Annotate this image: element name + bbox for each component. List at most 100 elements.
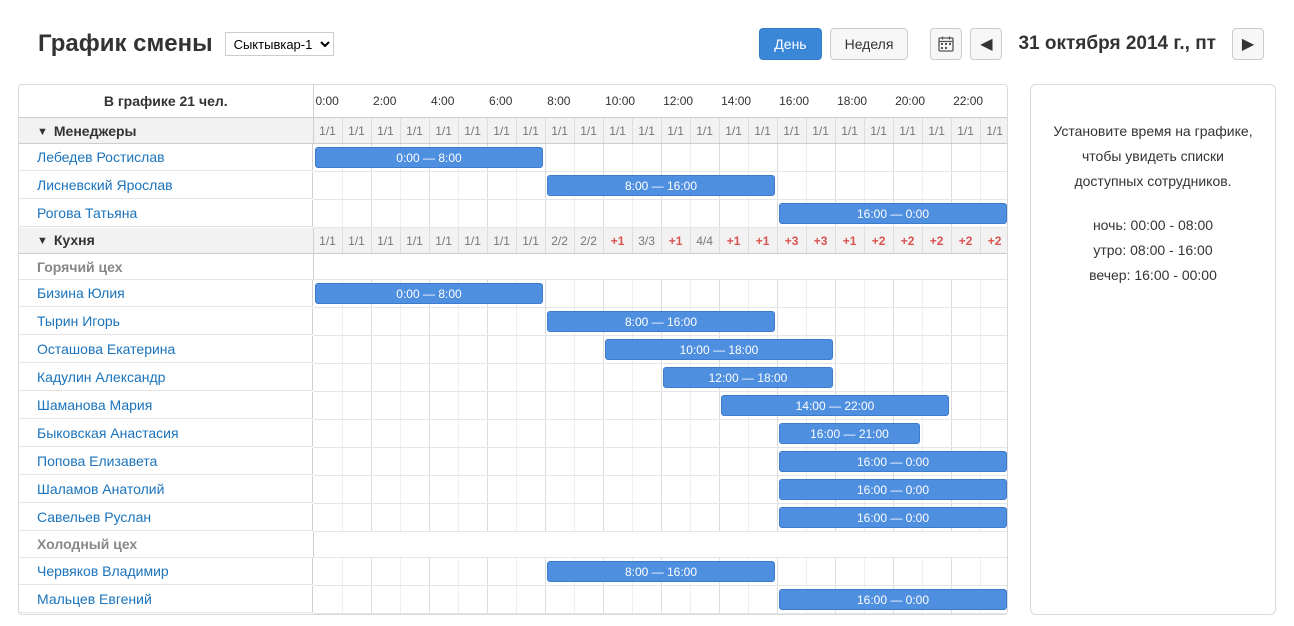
shift-track[interactable]: 16:00 — 0:00: [313, 586, 1008, 613]
day-view-button[interactable]: День: [759, 28, 821, 60]
group-hour-cell: 1/1: [371, 118, 400, 144]
hour-header: 22:00: [951, 85, 1008, 118]
page-title: График смены: [38, 30, 213, 58]
employee-link[interactable]: Тырин Игорь: [37, 313, 120, 329]
calendar-icon-button[interactable]: [930, 28, 962, 60]
employee-link[interactable]: Кадулин Александр: [37, 369, 165, 385]
week-view-button[interactable]: Неделя: [830, 28, 909, 60]
subgroup-header: Горячий цех: [19, 254, 313, 280]
shift-bar[interactable]: 16:00 — 0:00: [779, 203, 1007, 224]
shift-evening: вечер: 16:00 - 00:00: [1051, 263, 1255, 288]
hour-header: 12:00: [661, 85, 719, 118]
hour-header: 8:00: [545, 85, 603, 118]
subgroup-header: Холодный цех: [19, 532, 313, 558]
group-hour-cell: 1/1: [545, 118, 574, 144]
group-hour-cell: 1/1: [748, 118, 777, 144]
shift-track[interactable]: 16:00 — 0:00: [313, 504, 1008, 531]
schedule-panel: В графике 21 чел.0:002:004:006:008:0010:…: [18, 84, 1008, 615]
group-hour-cell: 2/2: [574, 228, 603, 254]
hour-header: 0:00: [313, 85, 371, 118]
group-header[interactable]: ▼Кухня: [19, 228, 313, 254]
group-hour-cell: 1/1: [690, 118, 719, 144]
hour-header: 14:00: [719, 85, 777, 118]
current-date: 31 октября 2014 г., пт: [1010, 33, 1224, 55]
shift-track[interactable]: 12:00 — 18:00: [313, 364, 1008, 391]
schedule-table: В графике 21 чел.0:002:004:006:008:0010:…: [19, 85, 1008, 614]
employee-link[interactable]: Быковская Анастасия: [37, 425, 179, 441]
group-hour-cell: +1: [661, 228, 690, 254]
hour-header: 18:00: [835, 85, 893, 118]
employee-name-cell: Кадулин Александр: [19, 364, 313, 391]
group-hour-cell: 1/1: [980, 118, 1008, 144]
employee-link[interactable]: Савельев Руслан: [37, 509, 151, 525]
group-hour-cell: 1/1: [516, 118, 545, 144]
shift-bar[interactable]: 16:00 — 21:00: [779, 423, 920, 444]
shift-bar[interactable]: 12:00 — 18:00: [663, 367, 833, 388]
shift-bar[interactable]: 8:00 — 16:00: [547, 175, 775, 196]
group-hour-cell: 1/1: [458, 118, 487, 144]
employee-link[interactable]: Рогова Татьяна: [37, 205, 137, 221]
employee-link[interactable]: Бизина Юлия: [37, 285, 125, 301]
group-hour-cell: +3: [806, 228, 835, 254]
shift-bar[interactable]: 16:00 — 0:00: [779, 507, 1007, 528]
shift-track[interactable]: 14:00 — 22:00: [313, 392, 1008, 419]
shift-track[interactable]: 8:00 — 16:00: [313, 308, 1008, 335]
shift-bar[interactable]: 16:00 — 0:00: [779, 479, 1007, 500]
shift-track[interactable]: 0:00 — 8:00: [313, 144, 1008, 171]
group-hour-cell: 1/1: [400, 228, 429, 254]
group-header[interactable]: ▼Менеджеры: [19, 118, 313, 144]
group-hour-cell: 1/1: [835, 118, 864, 144]
chevron-left-icon: ◀: [980, 34, 992, 54]
shift-bar[interactable]: 16:00 — 0:00: [779, 589, 1007, 610]
shift-track[interactable]: 10:00 — 18:00: [313, 336, 1008, 363]
group-hour-cell: 1/1: [632, 118, 661, 144]
shift-bar[interactable]: 16:00 — 0:00: [779, 451, 1007, 472]
employee-link[interactable]: Шаламов Анатолий: [37, 481, 164, 497]
shift-bar[interactable]: 14:00 — 22:00: [721, 395, 949, 416]
group-hour-cell: 1/1: [603, 118, 632, 144]
group-hour-cell: +1: [603, 228, 632, 254]
employee-name-cell: Шаламов Анатолий: [19, 476, 313, 503]
group-hour-cell: 2/2: [545, 228, 574, 254]
group-hour-cell: +1: [719, 228, 748, 254]
shift-bar[interactable]: 8:00 — 16:00: [547, 561, 775, 582]
group-hour-cell: 1/1: [342, 228, 371, 254]
employee-name-cell: Савельев Руслан: [19, 504, 313, 531]
employee-link[interactable]: Осташова Екатерина: [37, 341, 175, 357]
group-hour-cell: 1/1: [313, 118, 342, 144]
shift-track[interactable]: 8:00 — 16:00: [313, 558, 1008, 585]
employee-link[interactable]: Лисневский Ярослав: [37, 177, 173, 193]
shift-track[interactable]: 16:00 — 21:00: [313, 420, 1008, 447]
shift-bar[interactable]: 8:00 — 16:00: [547, 311, 775, 332]
group-hour-cell: 1/1: [516, 228, 545, 254]
group-hour-cell: +2: [951, 228, 980, 254]
group-hour-cell: 1/1: [342, 118, 371, 144]
shift-track[interactable]: 0:00 — 8:00: [313, 280, 1008, 307]
employee-link[interactable]: Лебедев Ростислав: [37, 149, 165, 165]
group-hour-cell: 1/1: [429, 228, 458, 254]
shift-night: ночь: 00:00 - 08:00: [1051, 213, 1255, 238]
employee-name-cell: Попова Елизавета: [19, 448, 313, 475]
shift-track[interactable]: 16:00 — 0:00: [313, 476, 1008, 503]
employee-link[interactable]: Шаманова Мария: [37, 397, 152, 413]
shift-bar[interactable]: 10:00 — 18:00: [605, 339, 833, 360]
shift-track[interactable]: 16:00 — 0:00: [313, 448, 1008, 475]
location-select[interactable]: Сыктывкар-1: [225, 32, 334, 56]
shift-track[interactable]: 16:00 — 0:00: [313, 200, 1008, 227]
group-hour-cell: 1/1: [777, 118, 806, 144]
group-hour-cell: 1/1: [487, 118, 516, 144]
employee-link[interactable]: Червяков Владимир: [37, 563, 169, 579]
employee-link[interactable]: Попова Елизавета: [37, 453, 157, 469]
employee-name-cell: Быковская Анастасия: [19, 420, 313, 447]
hour-header: 10:00: [603, 85, 661, 118]
group-hour-cell: 1/1: [487, 228, 516, 254]
shift-bar[interactable]: 0:00 — 8:00: [315, 147, 543, 168]
employee-name-cell: Шаманова Мария: [19, 392, 313, 419]
employee-link[interactable]: Мальцев Евгений: [37, 591, 152, 607]
shift-track[interactable]: 8:00 — 16:00: [313, 172, 1008, 199]
prev-day-button[interactable]: ◀: [970, 28, 1002, 60]
group-hour-cell: +3: [777, 228, 806, 254]
next-day-button[interactable]: ▶: [1232, 28, 1264, 60]
shift-bar[interactable]: 0:00 — 8:00: [315, 283, 543, 304]
hour-header: 4:00: [429, 85, 487, 118]
